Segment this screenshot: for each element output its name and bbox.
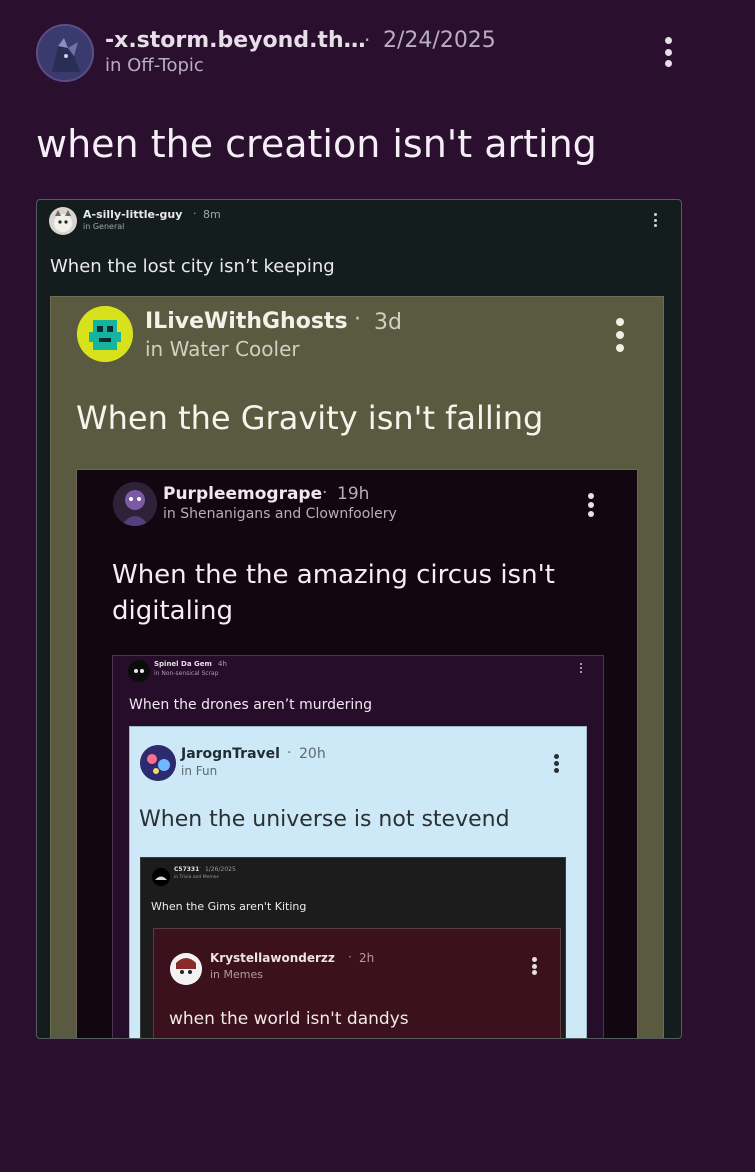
- post-title: When the universe is not stevend: [139, 807, 510, 832]
- post-time: 19h: [337, 484, 370, 504]
- author-name: A-silly-little-guy: [83, 208, 183, 221]
- post-time: 3d: [374, 310, 402, 335]
- dot-separator: ·: [193, 207, 197, 220]
- doll-avatar-icon: [170, 953, 202, 985]
- avatar: [128, 660, 150, 682]
- options-menu-icon: [532, 957, 537, 975]
- author-name: Spinel Da Gem: [154, 660, 212, 668]
- avatar: [170, 953, 202, 985]
- post-time: 1/26/2025: [205, 866, 236, 873]
- options-menu-icon: [588, 493, 594, 517]
- avatar: [77, 306, 133, 362]
- channel-name: in Water Cooler: [145, 337, 300, 361]
- post-channel[interactable]: in Off-Topic: [105, 55, 204, 76]
- author-name: Purpleemogrape: [163, 484, 323, 504]
- channel-name: in General: [83, 222, 125, 231]
- author-name: JarognTravel: [181, 746, 280, 762]
- embedded-post-image: JarognTravel · 20h in Fun When the unive…: [129, 726, 587, 1038]
- dot-separator: ·: [354, 307, 361, 332]
- channel-name: in Non-sensical Scrap: [154, 670, 219, 677]
- robot-avatar-icon: [77, 306, 133, 362]
- post-date: 2/24/2025: [383, 28, 496, 53]
- channel-name: in Memes: [210, 968, 263, 981]
- post-image[interactable]: A-silly-little-guy · 8m in General When …: [36, 199, 682, 1039]
- embedded-post-image: Purpleemogrape · 19h in Shenanigans and …: [76, 469, 638, 1038]
- post-time: 2h: [359, 951, 375, 965]
- channel-name: in Shenanigans and Clownfoolery: [163, 506, 397, 522]
- cat-avatar-icon: [54, 210, 72, 232]
- post-title: When the lost city isn’t keeping: [50, 256, 335, 277]
- author-name: C57331: [174, 866, 200, 873]
- embedded-post-image: ILiveWithGhosts · 3d in Water Cooler Whe…: [50, 296, 664, 1038]
- post-time: 20h: [299, 746, 326, 762]
- gem-avatar-icon: [128, 660, 150, 682]
- avatar[interactable]: [36, 24, 94, 82]
- post-time: 8m: [203, 208, 221, 221]
- post-title: When the Gims aren't Kiting: [151, 900, 307, 913]
- dot-separator: ·: [322, 483, 328, 503]
- post-title-line-1: When the the amazing circus isn't: [112, 560, 555, 590]
- dot-separator: ·: [348, 950, 352, 964]
- post-time: 4h: [218, 660, 227, 668]
- dot-separator: ·: [287, 745, 292, 761]
- author-name: Krystellawonderzz: [210, 951, 335, 965]
- embedded-post-image: Krystellawonderzz · 2h in Memes when the…: [153, 928, 561, 1038]
- post-title: When the drones aren’t murdering: [129, 697, 373, 713]
- channel-name: in Fun: [181, 764, 218, 778]
- dot-separator: ·: [210, 659, 213, 667]
- options-menu-icon: [554, 754, 559, 773]
- avatar: [113, 482, 157, 526]
- post-options-menu-icon[interactable]: [662, 37, 674, 67]
- channel-name: in Trivia and Memes: [174, 875, 219, 880]
- post-title-line-2: digitaling: [112, 596, 234, 626]
- post-title: when the creation isn't arting: [36, 122, 597, 166]
- avatar: [152, 868, 170, 886]
- purple-character-avatar-icon: [113, 482, 157, 526]
- embedded-post-image: C57331 · 1/26/2025 in Trivia and Memes W…: [140, 857, 566, 1038]
- dot-separator: ·: [199, 865, 201, 872]
- options-menu-icon: [615, 318, 625, 352]
- post-title: when the world isn't dandys: [169, 1009, 409, 1029]
- space-avatar-icon: [140, 745, 176, 781]
- avatar: [49, 207, 77, 235]
- options-menu-icon: [653, 213, 657, 227]
- dot-separator: ·: [364, 28, 371, 52]
- embedded-post-image: Spinel Da Gem · 4h in Non-sensical Scrap…: [112, 655, 604, 1038]
- wolf-avatar-icon: [38, 26, 92, 80]
- options-menu-icon: [579, 663, 582, 673]
- post-author-name[interactable]: -x.storm.beyond.th…: [105, 28, 366, 53]
- author-name: ILiveWithGhosts: [145, 309, 348, 334]
- default-avatar-icon: [152, 868, 170, 886]
- post-title: When the Gravity isn't falling: [76, 399, 544, 437]
- avatar: [140, 745, 176, 781]
